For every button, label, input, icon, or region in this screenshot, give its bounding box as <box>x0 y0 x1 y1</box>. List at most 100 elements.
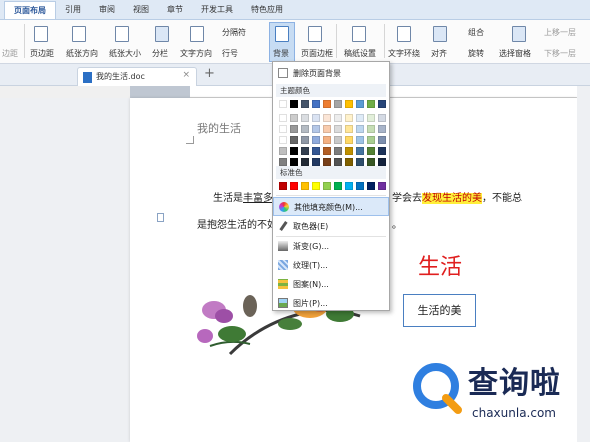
margins-icon[interactable] <box>34 26 48 42</box>
theme-color-swatch[interactable] <box>345 158 353 166</box>
theme-color-swatch[interactable] <box>378 147 386 155</box>
page-border-button[interactable]: 页面边框 <box>301 48 333 59</box>
theme-color-swatch[interactable] <box>334 136 342 144</box>
paragraph-line-2[interactable]: 是抱怨生活的不如 <box>197 216 277 231</box>
theme-color-swatch[interactable] <box>356 136 364 144</box>
theme-color-swatch[interactable] <box>378 114 386 122</box>
theme-color-swatch[interactable] <box>290 147 298 155</box>
theme-color-swatch[interactable] <box>356 114 364 122</box>
theme-color-swatch[interactable] <box>334 158 342 166</box>
theme-color-swatch[interactable] <box>323 147 331 155</box>
theme-color-swatch[interactable] <box>323 114 331 122</box>
columns-button[interactable]: 分栏 <box>152 48 168 59</box>
theme-color-swatch[interactable] <box>367 147 375 155</box>
standard-color-swatch[interactable] <box>323 182 331 190</box>
text-wrap-button[interactable]: 文字环绕 <box>388 48 420 59</box>
theme-color-swatch[interactable] <box>367 136 375 144</box>
theme-color-swatch[interactable] <box>334 125 342 133</box>
theme-color-swatch[interactable] <box>323 158 331 166</box>
bring-forward-button[interactable]: 上移一层 <box>544 27 576 38</box>
theme-color-swatch[interactable] <box>367 100 375 108</box>
theme-color-swatch[interactable] <box>279 114 287 122</box>
manuscript-button[interactable]: 稿纸设置 <box>344 48 376 59</box>
orientation-button[interactable]: 纸张方向 <box>66 48 98 59</box>
text-direction-icon[interactable] <box>190 26 204 42</box>
margins-button[interactable]: 页边距 <box>30 48 54 59</box>
standard-color-swatch[interactable] <box>367 182 375 190</box>
theme-color-swatch[interactable] <box>290 158 298 166</box>
document-title[interactable]: 生活 <box>418 249 462 281</box>
tab-review[interactable]: 审阅 <box>90 1 124 19</box>
text-box[interactable]: 生活的美 <box>403 294 476 327</box>
theme-color-swatch[interactable] <box>323 100 331 108</box>
rotate-button[interactable]: 旋转 <box>468 48 484 59</box>
orientation-icon[interactable] <box>72 26 86 42</box>
theme-color-swatch[interactable] <box>312 100 320 108</box>
theme-color-swatch[interactable] <box>301 136 309 144</box>
standard-color-swatch[interactable] <box>301 182 309 190</box>
theme-color-swatch[interactable] <box>367 158 375 166</box>
theme-color-swatch[interactable] <box>290 100 298 108</box>
align-icon[interactable] <box>433 26 447 42</box>
theme-color-swatch[interactable] <box>345 114 353 122</box>
theme-color-swatch[interactable] <box>279 136 287 144</box>
tab-page-layout[interactable]: 页面布局 <box>4 1 56 19</box>
picture-item[interactable]: 图片(P)... <box>273 294 389 313</box>
theme-color-swatch[interactable] <box>301 125 309 133</box>
tab-references[interactable]: 引用 <box>56 1 90 19</box>
theme-color-swatch[interactable] <box>345 136 353 144</box>
group-button[interactable]: 组合 <box>468 27 484 38</box>
theme-color-swatch[interactable] <box>356 100 364 108</box>
theme-color-swatch[interactable] <box>290 114 298 122</box>
manuscript-icon[interactable] <box>352 26 366 42</box>
pattern-item[interactable]: 图案(N)... <box>273 275 389 294</box>
standard-color-swatch[interactable] <box>378 182 386 190</box>
theme-color-swatch[interactable] <box>301 158 309 166</box>
theme-color-swatch[interactable] <box>323 136 331 144</box>
document-tab[interactable]: 我的生活.doc × <box>77 67 197 86</box>
theme-color-swatch[interactable] <box>279 147 287 155</box>
margin-cut-label[interactable]: 边距 <box>2 48 18 59</box>
theme-color-swatch[interactable] <box>378 136 386 144</box>
close-icon[interactable]: × <box>182 70 190 80</box>
standard-color-swatch[interactable] <box>312 182 320 190</box>
gradient-item[interactable]: 渐变(G)... <box>273 237 389 256</box>
theme-color-swatch[interactable] <box>356 125 364 133</box>
theme-color-swatch[interactable] <box>378 125 386 133</box>
remove-background-item[interactable]: 删除页面背景 <box>273 64 389 83</box>
theme-color-swatch[interactable] <box>334 114 342 122</box>
paper-size-icon[interactable] <box>115 26 129 42</box>
eyedropper-item[interactable]: 取色器(E) <box>273 217 389 236</box>
breaks-button[interactable]: 分隔符 <box>222 27 246 38</box>
standard-color-swatch[interactable] <box>334 182 342 190</box>
theme-color-swatch[interactable] <box>334 147 342 155</box>
theme-color-swatch[interactable] <box>334 100 342 108</box>
theme-color-swatch[interactable] <box>323 125 331 133</box>
theme-color-swatch[interactable] <box>378 100 386 108</box>
columns-icon[interactable] <box>155 26 169 42</box>
paragraph-line-1-right[interactable]: 学会去发现生活的美，不能总 <box>392 189 522 204</box>
theme-color-swatch[interactable] <box>279 125 287 133</box>
theme-color-swatch[interactable] <box>301 114 309 122</box>
standard-color-swatch[interactable] <box>279 182 287 190</box>
theme-color-swatch[interactable] <box>301 100 309 108</box>
theme-color-swatch[interactable] <box>312 125 320 133</box>
theme-color-swatch[interactable] <box>312 114 320 122</box>
standard-color-swatch[interactable] <box>345 182 353 190</box>
standard-color-swatch[interactable] <box>356 182 364 190</box>
tab-section[interactable]: 章节 <box>158 1 192 19</box>
send-backward-button[interactable]: 下移一层 <box>544 48 576 59</box>
align-button[interactable]: 对齐 <box>431 48 447 59</box>
text-wrap-icon[interactable] <box>397 26 411 42</box>
theme-color-swatch[interactable] <box>312 136 320 144</box>
theme-color-swatch[interactable] <box>367 114 375 122</box>
theme-color-swatch[interactable] <box>279 158 287 166</box>
selection-pane-button[interactable]: 选择窗格 <box>499 48 531 59</box>
tab-developer[interactable]: 开发工具 <box>192 1 242 19</box>
theme-color-swatch[interactable] <box>356 147 364 155</box>
theme-color-swatch[interactable] <box>367 125 375 133</box>
theme-color-swatch[interactable] <box>290 125 298 133</box>
standard-color-swatch[interactable] <box>290 182 298 190</box>
theme-color-swatch[interactable] <box>345 125 353 133</box>
theme-color-swatch[interactable] <box>378 158 386 166</box>
